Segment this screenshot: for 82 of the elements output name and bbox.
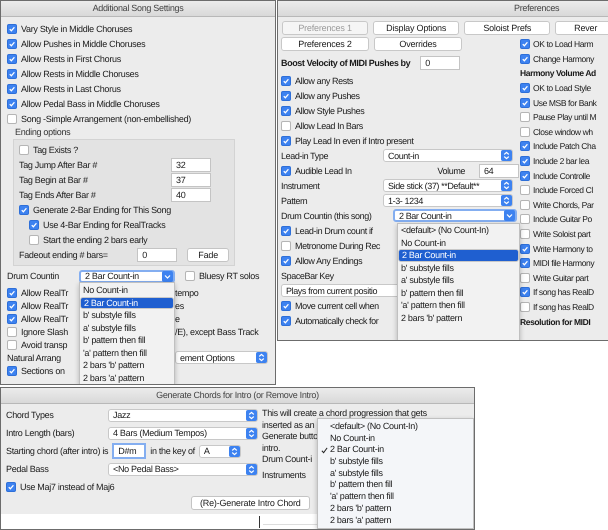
checkbox-label: Allow any Rests	[295, 76, 354, 86]
field-label: Lead-in Type	[281, 150, 330, 160]
field-label: in the key of	[150, 446, 195, 456]
checkbox-label: Allow Rests in First Chorus	[21, 54, 121, 64]
field-label: Pedal Bass	[6, 464, 50, 474]
field-label: Instrument	[281, 180, 321, 190]
checkbox-label: Song -Simple Arrangement (non-embellished)	[21, 114, 191, 124]
field-label: Drum Count-i	[262, 454, 312, 466]
checkbox-label: Use 4-Bar Ending for RealTracks	[43, 220, 166, 230]
field-label: Chord Types	[6, 410, 55, 420]
checkbox-label: Metronome During Rec	[295, 240, 380, 250]
option-label: /E), except Bass Track	[175, 326, 258, 336]
field-label: Volume	[437, 166, 466, 176]
field-label: Pattern	[281, 196, 308, 206]
checkbox-label: Generate 2-Bar Ending for This Song	[33, 204, 171, 214]
option-label: Avoid transp	[21, 340, 68, 350]
field-label: Drum Countin (this song)	[281, 210, 372, 220]
checkbox-label: Allow Style Pushes	[295, 106, 364, 116]
checkbox-label: Include 2 bar lea	[533, 156, 590, 166]
checkbox-label: Use MSB for Bank	[533, 98, 597, 108]
section-heading: Resolution for MIDI	[520, 316, 590, 327]
option-label: Allow RealTr	[21, 314, 68, 324]
window-title: Preferences	[278, 1, 608, 17]
group-heading: Ending options	[14, 126, 72, 139]
window-title: Generate Chords for Intro (or Remove Intro)	[1, 388, 474, 404]
field-label: SpaceBar Key	[281, 270, 334, 280]
checkbox-label: Vary Style in Middle Choruses	[21, 24, 132, 34]
field-label: Fadeout ending # bars=	[19, 250, 109, 260]
field-label: Starting chord (after intro) is	[6, 446, 108, 456]
field-label: Tag Begin at Bar #	[19, 174, 89, 184]
checkbox-label: Allow any Pushes	[295, 90, 360, 100]
checkbox-label: Write Chords, Par	[533, 200, 594, 210]
field-label: Drum Countin	[7, 271, 60, 281]
checkbox-label: Allow Lead In Bars	[295, 120, 363, 130]
checkbox-label: Include Patch Cha	[533, 141, 596, 152]
checkbox-label: Include Forced Cl	[533, 185, 593, 196]
checkbox-label: Automatically check for	[295, 316, 378, 326]
option-label: Allow RealTr	[21, 288, 68, 298]
checkbox-label: Include Guitar Po	[533, 214, 592, 224]
description-text: This will create a chord progression that gets	[262, 408, 427, 420]
checkbox-label: Audible Lead In	[295, 166, 353, 176]
checkbox-label: Include Controlle	[533, 170, 590, 181]
checkbox-label: Lead-in Drum count if	[295, 226, 373, 236]
checkbox-label: Pause Play until M	[533, 112, 596, 122]
option-label: tempo	[175, 288, 199, 298]
description-text: Generate butto	[262, 431, 318, 443]
checkbox-label: Allow Rests in Last Chorus	[21, 84, 121, 94]
checkbox-label: Change Harmony	[533, 54, 594, 64]
checkbox-label: OK to Load Style	[533, 83, 591, 94]
option-label: Sections on	[21, 366, 65, 376]
checkbox-label: Bluesy RT solos	[199, 271, 260, 281]
option-label: e	[175, 314, 180, 324]
checkbox-label: Write Soloist part	[533, 229, 590, 240]
checkbox-label: MIDI file Harmony	[533, 258, 594, 268]
checkbox-label: OK to Load Harm	[533, 39, 594, 50]
checkbox-label: Allow Pushes in Middle Choruses	[21, 38, 146, 48]
field-label: Tag Jump After Bar #	[19, 160, 98, 170]
description-text: intro.	[262, 442, 280, 454]
section-heading: Harmony Volume Ad	[520, 68, 596, 78]
option-label: es	[175, 300, 184, 310]
description-text: inserted as an	[262, 420, 314, 432]
checkbox-label: Start the ending 2 bars early	[43, 234, 148, 244]
checkbox-label: Write Harmony to	[533, 244, 593, 254]
option-label: Allow RealTr	[21, 300, 68, 310]
checkbox-label: Allow Rests in Middle Choruses	[21, 68, 139, 78]
checkbox-label: If song has RealD	[533, 302, 594, 312]
checkbox-label: If song has RealD	[533, 287, 594, 298]
checkbox-label: Use Maj7 instead of Maj6	[20, 482, 114, 492]
field-label: Boost Velocity of MIDI Pushes by	[281, 58, 410, 68]
checkbox-label: Write Guitar part	[533, 272, 588, 283]
field-label: Intro Length (bars)	[6, 428, 76, 438]
field-label: Instruments	[262, 470, 306, 482]
window-title: Additional Song Settings	[1, 1, 275, 17]
checkbox-label: Allow Pedal Bass in Middle Choruses	[21, 98, 160, 108]
checkbox-label: Allow Any Endings	[295, 256, 362, 266]
checkbox-label: Close window wh	[533, 126, 593, 137]
checkbox-label: Move current cell when	[295, 300, 379, 310]
field-label: Tag Ends After Bar #	[19, 190, 97, 200]
checkbox-label: Play Lead In even if Intro present	[295, 136, 414, 146]
option-label: Natural Arrang	[7, 352, 61, 362]
option-label: Ignore Slash	[21, 326, 68, 336]
checkbox-label: Tag Exists ?	[33, 144, 78, 154]
